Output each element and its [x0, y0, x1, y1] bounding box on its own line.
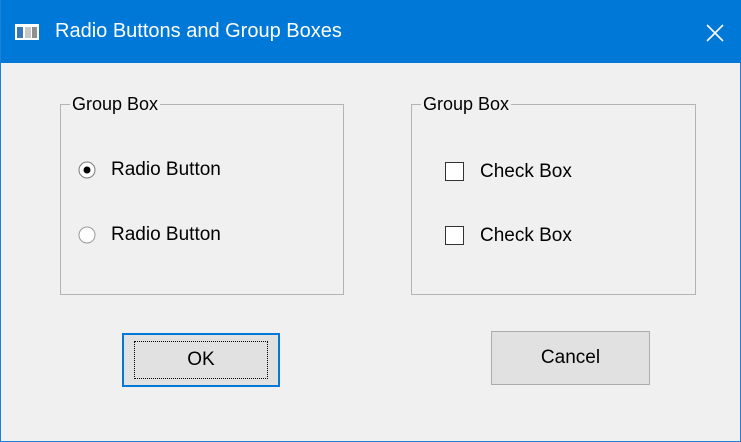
check-box-label: Check Box	[480, 225, 572, 246]
check-box-1[interactable]: Check Box	[445, 159, 595, 185]
group-box-title: Group Box	[421, 93, 512, 115]
radio-checked-icon	[78, 161, 96, 179]
check-box-2[interactable]: Check Box	[445, 223, 595, 249]
check-box-label: Check Box	[480, 161, 572, 182]
radio-group-box: Group Box Radio Button Radio Button	[60, 93, 344, 295]
cancel-button[interactable]: Cancel	[491, 331, 650, 385]
close-icon	[706, 24, 724, 42]
radio-button-label: Radio Button	[111, 159, 221, 180]
title-bar[interactable]: Radio Buttons and Group Boxes	[1, 0, 741, 63]
radio-button-2[interactable]: Radio Button	[78, 222, 248, 248]
radio-unchecked-icon	[78, 226, 96, 244]
window-title: Radio Buttons and Group Boxes	[55, 20, 342, 42]
radio-button-label: Radio Button	[111, 224, 221, 245]
cancel-button-label: Cancel	[540, 347, 601, 368]
checkbox-group-box: Group Box Check Box Check Box	[411, 93, 696, 295]
group-box-title: Group Box	[70, 93, 161, 115]
checkbox-unchecked-icon	[445, 226, 464, 245]
dialog-window: Radio Buttons and Group Boxes Group Box …	[0, 0, 741, 442]
radio-button-1[interactable]: Radio Button	[78, 157, 248, 183]
ok-button[interactable]: OK	[122, 333, 280, 387]
close-button[interactable]	[696, 0, 741, 63]
checkbox-unchecked-icon	[445, 162, 464, 181]
app-window-icon	[15, 24, 39, 40]
focus-rectangle	[134, 341, 268, 379]
